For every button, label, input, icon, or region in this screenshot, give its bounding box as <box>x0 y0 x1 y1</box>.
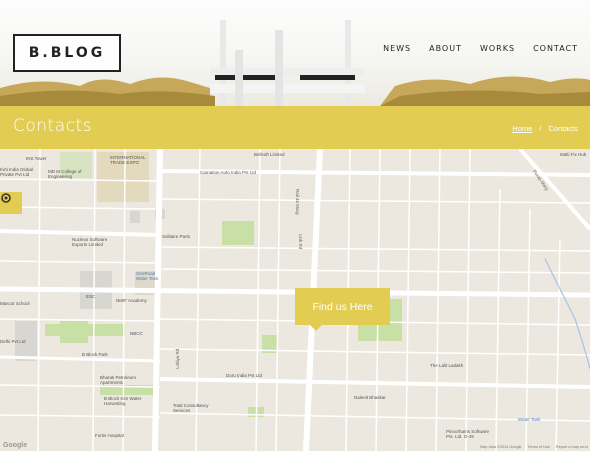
poi-label[interactable]: Water Tank <box>518 417 541 422</box>
poi-label[interactable]: B Block Kim Water Harvesting <box>104 396 152 406</box>
poi-label[interactable]: Delhi Pvt Ltd <box>0 339 26 344</box>
report-map-error-link[interactable]: Report a map error <box>556 445 588 449</box>
poi-label[interactable]: ESC <box>86 294 95 299</box>
poi-label[interactable]: Bharati Petroleum Apartments <box>100 375 142 385</box>
poi-label[interactable]: Mascot School <box>0 301 30 306</box>
main-nav: NEWS ABOUT WORKS CONTACT <box>365 44 578 53</box>
poi-label[interactable]: Pinnorhams Software Pvt. Ltd. G-49 <box>446 429 498 439</box>
map-control-button[interactable] <box>0 192 22 214</box>
poi-label[interactable]: B Block Park <box>82 352 108 357</box>
poi-label[interactable]: The Lalit Ladakh <box>430 363 463 368</box>
nav-contact[interactable]: CONTACT <box>533 44 578 53</box>
breadcrumb: Home / Contacts <box>512 124 578 133</box>
poi-label[interactable]: OneRoad Water Tank <box>136 271 166 281</box>
poi-label[interactable]: Total Consultancy Services <box>173 403 215 413</box>
poi-label[interactable]: MD M College of Engineering <box>48 169 84 179</box>
poi-label[interactable]: NBCC <box>130 331 143 336</box>
poi-label[interactable]: Carnation Auto India Pvt Ltd <box>200 170 256 175</box>
hero-grass-illustration <box>0 76 590 106</box>
site-header: B.BLOG NEWS ABOUT WORKS CONTACT <box>0 0 590 106</box>
breadcrumb-current: Contacts <box>548 124 578 133</box>
poi-label[interactable]: Doru India Pvt Ltd <box>226 373 262 378</box>
page-title-band: Contacts Home / Contacts <box>0 106 590 149</box>
poi-label[interactable]: Malti Fix Hub <box>560 152 586 157</box>
map-data-text: Map data ©2014 Google <box>480 445 522 449</box>
road-label: Rail 45 Marg <box>295 189 300 215</box>
location-map[interactable]: INS Tower Bellsoft Limited Malti Fix Hub… <box>0 149 590 451</box>
map-attribution: Map data ©2014 Google Terms of Use Repor… <box>474 445 588 449</box>
poi-label[interactable]: INS Tower <box>26 156 47 161</box>
target-icon <box>1 193 11 203</box>
poi-label[interactable]: NMIF Academy <box>116 298 147 303</box>
google-logo: Google <box>3 442 28 449</box>
breadcrumb-home-link[interactable]: Home <box>512 124 532 133</box>
terms-of-use-link[interactable]: Terms of Use <box>528 445 550 449</box>
poi-label[interactable]: Kirti India Global Private Pvt Ltd <box>0 167 38 177</box>
nav-works[interactable]: WORKS <box>480 44 515 53</box>
poi-label[interactable]: Fortis Hospital <box>95 433 124 438</box>
map-marker-find-us[interactable]: Find us Here <box>295 288 390 331</box>
nav-news[interactable]: NEWS <box>383 44 411 53</box>
page-title: Contacts <box>13 116 92 136</box>
poi-label[interactable]: Solitaire Parts <box>162 234 190 239</box>
nav-about[interactable]: ABOUT <box>429 44 462 53</box>
brand-logo[interactable]: B.BLOG <box>13 34 121 72</box>
poi-label[interactable]: Daleelt Bhaskar <box>354 395 386 400</box>
poi-label[interactable]: Nucleus Software Exports Limited <box>72 237 117 247</box>
road-label: Lohiya Rd <box>175 348 180 369</box>
poi-label[interactable]: Bellsoft Limited <box>254 152 285 157</box>
poi-label[interactable]: INTERNATIONAL TRADE EXPO <box>110 155 150 165</box>
road-label: Link Rd <box>298 234 303 250</box>
breadcrumb-separator: / <box>539 124 542 133</box>
